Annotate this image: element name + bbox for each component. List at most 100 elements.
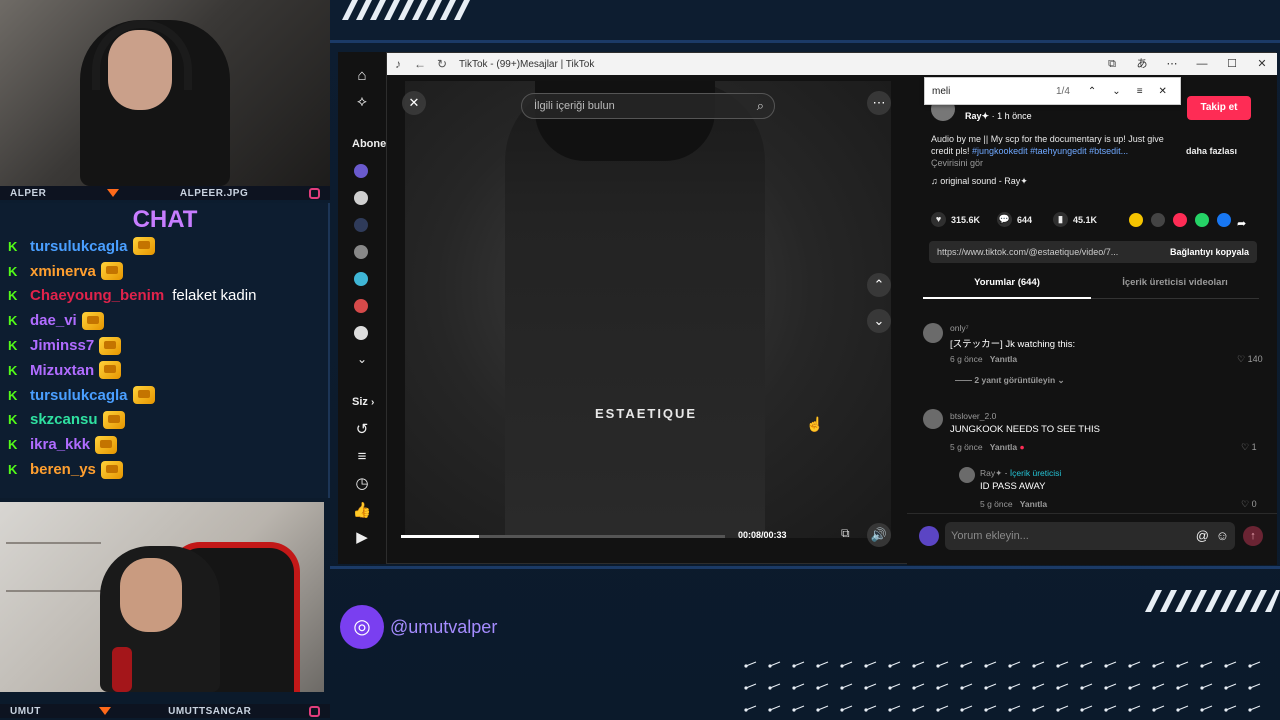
- find-count: 1/4: [1056, 85, 1070, 97]
- subscription-avatar[interactable]: [354, 245, 368, 259]
- decorative-dash: [745, 661, 757, 667]
- comment-likes[interactable]: ♡ 140: [1237, 354, 1263, 365]
- subscription-avatar[interactable]: [354, 218, 368, 232]
- maximize-icon[interactable]: ☐: [1217, 53, 1247, 75]
- comment-likes[interactable]: ♡ 1: [1241, 442, 1257, 453]
- reply-button[interactable]: Yanıtla: [990, 442, 1017, 452]
- translate-icon[interactable]: あ: [1127, 53, 1157, 75]
- video-player[interactable]: ESTAETIQUE: [405, 81, 891, 538]
- minimize-icon[interactable]: —: [1187, 53, 1217, 75]
- kick-icon: K: [8, 288, 18, 304]
- history-icon[interactable]: ↺: [352, 420, 372, 440]
- whatsapp-icon[interactable]: [1195, 213, 1209, 227]
- facebook-icon[interactable]: [1217, 213, 1231, 227]
- sound-line[interactable]: ♫ original sound - Ray✦: [931, 176, 1028, 187]
- comment-avatar[interactable]: [923, 409, 943, 429]
- reload-icon[interactable]: ↻: [431, 57, 453, 71]
- webcam-top-handle: ALPEER.JPG: [179, 187, 249, 199]
- tab-creator-videos[interactable]: İçerik üreticisi videoları: [1091, 277, 1259, 299]
- comment-user[interactable]: only⁷: [950, 323, 969, 333]
- video-icon[interactable]: ▶: [352, 528, 372, 548]
- decorative-dash: [1225, 683, 1237, 689]
- reply-button[interactable]: Yanıtla: [1020, 499, 1047, 509]
- decorative-dash: [841, 705, 853, 711]
- find-query[interactable]: meli: [932, 86, 1032, 97]
- comment-likes[interactable]: ♡ 0: [1241, 499, 1257, 510]
- chat-username: Mizuxtan: [30, 361, 95, 379]
- decorative-dash: [1009, 705, 1021, 711]
- reply-user[interactable]: Ray✦: [980, 468, 1002, 478]
- subscription-avatar[interactable]: [354, 272, 368, 286]
- close-window-icon[interactable]: ✕: [1247, 53, 1277, 75]
- kick-icon: K: [8, 238, 18, 254]
- more-menu-icon[interactable]: ⋯: [1157, 53, 1187, 75]
- caption-hashtags[interactable]: #jungkookedit #taehyungedit #btsedit...: [972, 146, 1128, 156]
- tab-comments[interactable]: Yorumlar (644): [923, 277, 1091, 299]
- comment-time: 5 g önce: [950, 442, 983, 452]
- video-progress-bar[interactable]: [401, 535, 725, 538]
- previous-video-button[interactable]: ⌃: [867, 273, 891, 297]
- playlist-icon[interactable]: ≡: [352, 447, 372, 467]
- decorative-dash: [913, 705, 925, 711]
- kick-icon: K: [8, 412, 18, 428]
- volume-button[interactable]: 🔊: [867, 523, 891, 547]
- next-video-button[interactable]: ⌄: [867, 309, 891, 333]
- decorative-dash: [769, 683, 781, 689]
- comment-meta: 5 g önce Yanıtla ●: [950, 442, 1025, 452]
- comment-like-count: 140: [1247, 354, 1263, 364]
- save-action[interactable]: ▮ 45.1K: [1053, 212, 1097, 227]
- related-search-input[interactable]: İlgili içeriği bulun ⌕: [521, 93, 775, 119]
- kick-icon: K: [8, 387, 18, 403]
- subscription-avatar[interactable]: [354, 299, 368, 313]
- send-icon[interactable]: [1173, 213, 1187, 227]
- like-action[interactable]: ♥ 315.6K: [931, 212, 980, 227]
- clock-icon[interactable]: ◷: [352, 474, 372, 494]
- chat-message: K Mizuxtan: [0, 358, 328, 383]
- subscription-avatar[interactable]: [354, 164, 368, 178]
- explore-icon[interactable]: ⟡: [352, 92, 372, 112]
- emoji-icon[interactable]: ☺: [1216, 522, 1229, 550]
- comment-avatar[interactable]: [923, 323, 943, 343]
- home-icon[interactable]: ⌂: [352, 66, 372, 86]
- comment-action[interactable]: 💬 644: [997, 212, 1032, 227]
- decorative-dash: [745, 705, 757, 711]
- close-video-button[interactable]: ✕: [402, 91, 426, 115]
- chat-username: dae_vi: [30, 312, 77, 330]
- pip-icon[interactable]: ⧉: [841, 526, 850, 541]
- copy-link-button[interactable]: Bağlantıyı kopyala: [1170, 247, 1257, 257]
- reply-avatar[interactable]: [959, 467, 975, 483]
- find-options-icon[interactable]: ≡: [1137, 86, 1143, 97]
- decorative-dash: [1225, 661, 1237, 667]
- more-options-icon[interactable]: ⋯: [867, 91, 891, 115]
- chat-username: ikra_kkk: [30, 436, 91, 454]
- subscription-avatar[interactable]: [354, 326, 368, 340]
- reply-button[interactable]: Yanıtla: [990, 354, 1017, 364]
- find-prev-icon[interactable]: ⌃: [1088, 86, 1096, 97]
- translate-link[interactable]: Çevirisini gör: [931, 158, 983, 168]
- back-arrow-icon[interactable]: ←: [409, 57, 431, 71]
- decorative-dash: [1129, 705, 1141, 711]
- follow-button[interactable]: Takip et: [1187, 96, 1251, 120]
- find-in-page-bar: meli 1/4 ⌃ ⌄ ≡ ✕: [924, 77, 1181, 105]
- mention-icon[interactable]: @: [1196, 522, 1209, 550]
- find-next-icon[interactable]: ⌄: [1112, 86, 1120, 97]
- more-link[interactable]: daha fazlası: [1186, 146, 1237, 156]
- decorative-dash: [793, 683, 805, 689]
- search-icon[interactable]: ⌕: [757, 98, 764, 114]
- extensions-icon[interactable]: ⧉: [1097, 53, 1127, 75]
- chevron-down-icon[interactable]: ⌄: [352, 349, 372, 369]
- comment-input[interactable]: Yorum ekleyin... @ ☺: [945, 522, 1235, 550]
- chat-title: CHAT: [132, 206, 198, 233]
- view-replies-button[interactable]: —— 2 yanıt görüntüleyin ⌄: [955, 375, 1065, 386]
- you-label[interactable]: Siz ›: [352, 396, 374, 408]
- share-arrow-icon[interactable]: ➦: [1237, 218, 1246, 230]
- user-avatar: [919, 526, 939, 546]
- send-comment-button[interactable]: ↑: [1243, 526, 1263, 546]
- find-close-icon[interactable]: ✕: [1159, 86, 1167, 97]
- subscription-avatar[interactable]: [354, 191, 368, 205]
- author-name[interactable]: Ray✦: [965, 111, 989, 121]
- coin-icon[interactable]: [1129, 213, 1143, 227]
- thumbs-up-icon[interactable]: 👍: [352, 501, 372, 521]
- comment-user[interactable]: btslover_2.0: [950, 411, 996, 421]
- embed-icon[interactable]: [1151, 213, 1165, 227]
